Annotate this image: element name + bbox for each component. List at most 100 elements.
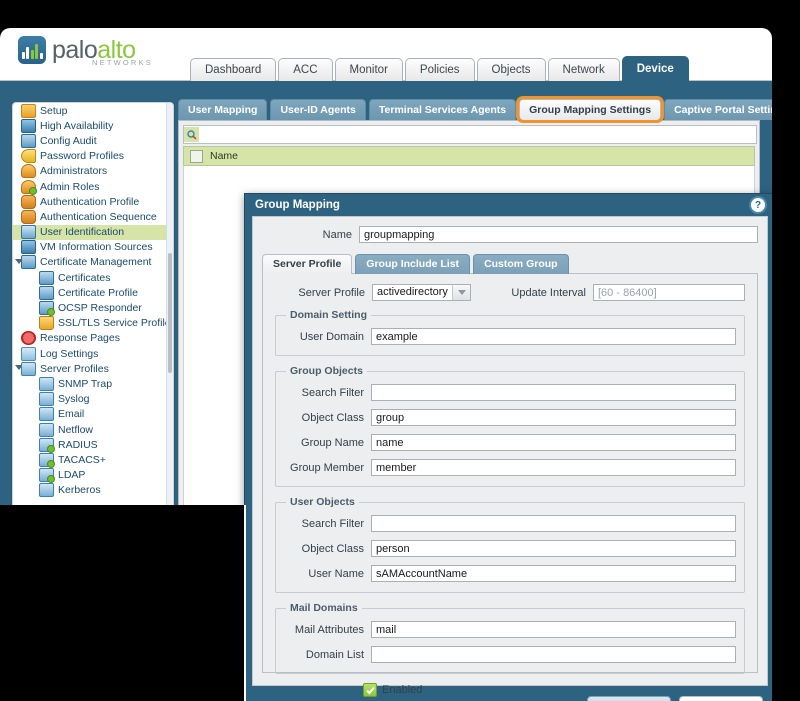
update-interval-input[interactable] xyxy=(593,284,745,301)
sidebar-item-kerberos[interactable]: Kerberos xyxy=(13,483,173,498)
dialog-tab-group-include-list[interactable]: Group Include List xyxy=(355,254,471,274)
sidebar-item-label: SSL/TLS Service Profile xyxy=(58,317,171,330)
user-domain-row: User Domain xyxy=(284,328,736,345)
sidebar-item-log-settings[interactable]: Log Settings xyxy=(13,346,173,361)
tacacs-plus-icon xyxy=(39,452,55,468)
domain-setting-legend: Domain Setting xyxy=(290,309,368,321)
sidebar-item-authentication-sequence[interactable]: Authentication Sequence xyxy=(13,209,173,224)
sidebar-item-label: SNMP Trap xyxy=(58,377,113,390)
search-input[interactable] xyxy=(199,127,756,142)
setup-icon xyxy=(21,103,36,118)
mail-attributes-input[interactable] xyxy=(371,621,736,638)
sidebar-item-user-identification[interactable]: User Identification xyxy=(13,224,173,240)
sidebar-item-label: Admin Roles xyxy=(40,180,100,193)
group-member-input[interactable] xyxy=(371,459,736,476)
tab-network[interactable]: Network xyxy=(547,58,620,81)
tab-user-mapping[interactable]: User Mapping xyxy=(178,99,268,120)
tab-dashboard[interactable]: Dashboard xyxy=(190,58,277,81)
header-bar: paloalto NETWORKS Dashboard ACC Monitor … xyxy=(0,28,772,81)
sidebar-item-setup[interactable]: Setup xyxy=(13,103,173,118)
tab-terminal-services-agents[interactable]: Terminal Services Agents xyxy=(368,99,517,120)
logo-mark-icon xyxy=(18,36,46,64)
certificate-management-icon xyxy=(21,255,36,270)
sidebar-item-tacacs-plus[interactable]: TACACS+ xyxy=(13,452,173,468)
dialog-tab-custom-group[interactable]: Custom Group xyxy=(473,254,569,274)
search-icon[interactable] xyxy=(184,127,199,142)
ssl-tls-service-profile-icon xyxy=(39,316,54,331)
log-settings-icon xyxy=(21,346,36,361)
sidebar-item-response-pages[interactable]: Response Pages xyxy=(13,331,173,346)
sidebar-item-certificate-management[interactable]: Certificate Management xyxy=(13,255,173,270)
main-navigation-tabs: Dashboard ACC Monitor Policies Objects N… xyxy=(190,56,689,81)
tab-captive-portal-settings[interactable]: Captive Portal Settings xyxy=(664,99,772,120)
search-bar xyxy=(183,125,757,144)
cancel-button[interactable]: Cancel xyxy=(679,696,763,701)
sidebar-item-syslog[interactable]: Syslog xyxy=(13,392,173,407)
select-all-checkbox[interactable] xyxy=(190,149,203,163)
server-profile-select[interactable]: activedirectory xyxy=(372,284,471,301)
sidebar-item-label: VM Information Sources xyxy=(40,241,153,254)
sidebar-item-vm-information-sources[interactable]: VM Information Sources xyxy=(13,240,173,255)
password-profiles-icon xyxy=(21,149,36,164)
sidebar-item-radius[interactable]: RADIUS xyxy=(13,437,173,453)
sidebar-item-snmp-trap[interactable]: SNMP Trap xyxy=(13,376,173,391)
group-search-filter-input[interactable] xyxy=(371,384,736,401)
tab-objects[interactable]: Objects xyxy=(476,58,546,81)
user-name-input[interactable] xyxy=(371,565,736,582)
dialog-tab-server-profile[interactable]: Server Profile xyxy=(262,254,353,274)
sidebar-item-label: Kerberos xyxy=(58,484,101,497)
sidebar-item-admin-roles[interactable]: Admin Roles xyxy=(13,179,173,195)
kerberos-icon xyxy=(39,483,54,498)
tab-user-id-agents[interactable]: User-ID Agents xyxy=(270,99,366,120)
administrators-icon xyxy=(21,164,36,179)
sidebar-item-label: Certificate Management xyxy=(40,256,152,269)
tab-acc[interactable]: ACC xyxy=(278,58,333,81)
name-input[interactable] xyxy=(359,226,758,243)
tab-monitor[interactable]: Monitor xyxy=(334,58,403,81)
dialog-tab-bar: Server Profile Group Include List Custom… xyxy=(262,252,758,274)
sidebar-item-config-audit[interactable]: Config Audit xyxy=(13,133,173,148)
domain-list-input[interactable] xyxy=(371,646,736,663)
sidebar-item-label: Log Settings xyxy=(40,347,99,360)
name-field-row: Name xyxy=(262,226,758,243)
help-icon[interactable]: ? xyxy=(749,196,767,214)
sidebar-item-ssl-tls-service-profile[interactable]: SSL/TLS Service Profile xyxy=(13,316,173,331)
sidebar-item-certificate-profile[interactable]: Certificate Profile xyxy=(13,285,173,300)
user-domain-input[interactable] xyxy=(371,328,736,345)
group-name-input[interactable] xyxy=(371,434,736,451)
tab-policies[interactable]: Policies xyxy=(404,58,475,81)
authentication-profile-icon xyxy=(21,194,36,209)
user-search-filter-input[interactable] xyxy=(371,515,736,532)
sidebar-item-high-availability[interactable]: High Availability xyxy=(13,118,173,133)
image-crop-occlusion xyxy=(0,505,245,701)
user-object-class-input[interactable] xyxy=(371,540,736,557)
sidebar-item-email[interactable]: Email xyxy=(13,407,173,422)
chevron-down-icon[interactable] xyxy=(452,285,470,300)
tab-device[interactable]: Device xyxy=(621,56,689,81)
ldap-icon xyxy=(39,468,55,484)
dialog-tab-panel-server-profile: Server Profile activedirectory Update In… xyxy=(262,273,758,697)
dialog-footer: OK Cancel xyxy=(245,688,772,701)
sidebar-scrollbar[interactable] xyxy=(166,103,173,523)
sidebar-item-server-profiles[interactable]: Server Profiles xyxy=(13,361,173,376)
snmp-trap-icon xyxy=(39,376,54,391)
domain-setting-group: Domain Setting User Domain xyxy=(275,309,745,356)
ok-button[interactable]: OK xyxy=(587,696,671,701)
column-header-name[interactable]: Name xyxy=(210,150,238,162)
sidebar-item-ldap[interactable]: LDAP xyxy=(13,468,173,484)
sidebar-item-password-profiles[interactable]: Password Profiles xyxy=(13,149,173,164)
sidebar-item-authentication-profile[interactable]: Authentication Profile xyxy=(13,194,173,209)
mail-domains-legend: Mail Domains xyxy=(290,602,358,614)
sidebar-item-label: Authentication Profile xyxy=(40,195,140,208)
sidebar-item-ocsp-responder[interactable]: OCSP Responder xyxy=(13,300,173,317)
group-search-filter-label: Search Filter xyxy=(301,386,364,399)
tab-group-mapping-settings[interactable]: Group Mapping Settings xyxy=(516,96,665,123)
ocsp-responder-icon xyxy=(39,301,55,317)
sidebar-item-administrators[interactable]: Administrators xyxy=(13,164,173,179)
group-object-class-input[interactable] xyxy=(371,409,736,426)
sidebar-item-certificates[interactable]: Certificates xyxy=(13,270,173,285)
authentication-sequence-icon xyxy=(21,209,36,224)
sidebar-item-netflow[interactable]: Netflow xyxy=(13,422,173,437)
admin-roles-icon xyxy=(21,179,37,195)
sidebar-scrollbar-thumb[interactable] xyxy=(168,253,172,373)
